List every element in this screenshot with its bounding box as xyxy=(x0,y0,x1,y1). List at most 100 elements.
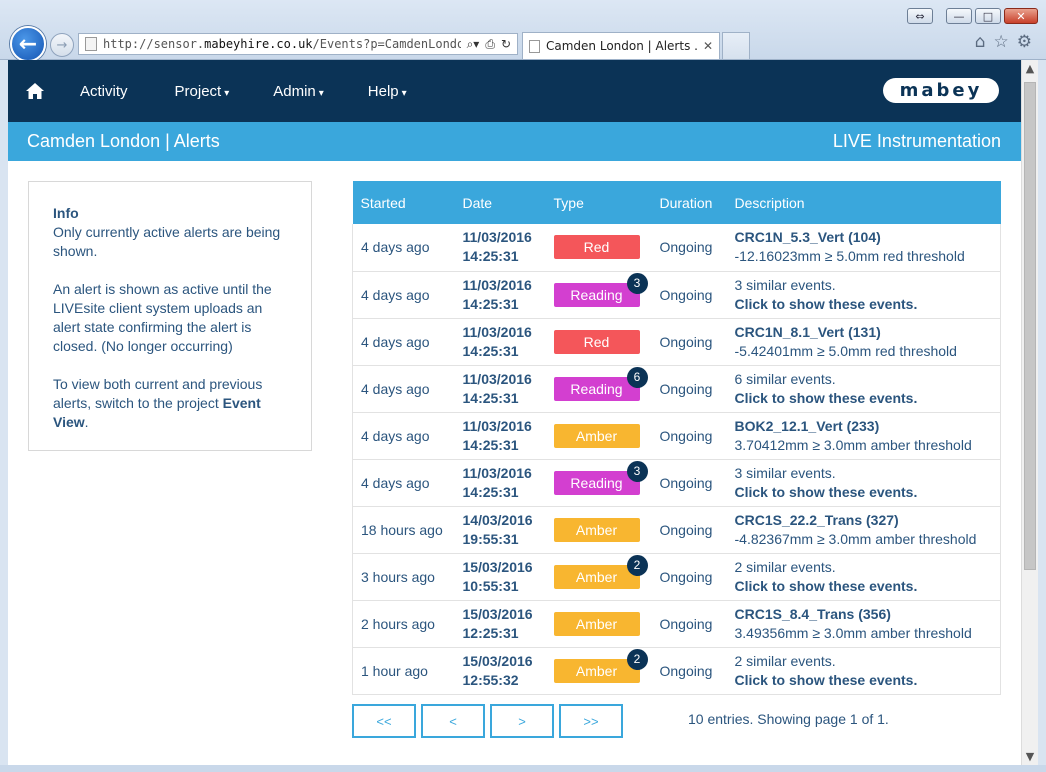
type-badge[interactable]: Amber 2 xyxy=(553,554,648,589)
refresh-icon[interactable]: ↻ xyxy=(501,37,511,51)
started-cell: 4 days ago xyxy=(352,271,455,319)
duration-cell: Ongoing xyxy=(651,412,727,460)
col-type[interactable]: Type xyxy=(545,181,652,224)
prev-page-button[interactable]: < xyxy=(421,704,485,738)
description-cell[interactable]: 3 similar events. Click to show these eve… xyxy=(726,271,1001,319)
type-badge[interactable]: Red xyxy=(553,235,640,260)
type-cell: Amber xyxy=(545,412,652,460)
started-cell: 4 days ago xyxy=(352,365,455,413)
scroll-down-icon[interactable]: ▼ xyxy=(1022,748,1038,765)
type-cell: Red xyxy=(545,224,652,272)
event-count-badge: 2 xyxy=(626,648,648,670)
browser-tab[interactable]: Camden London | Alerts ... ✕ xyxy=(522,32,720,59)
type-badge[interactable]: Reading 6 xyxy=(553,366,648,401)
first-page-button[interactable]: << xyxy=(352,704,416,738)
date-cell: 15/03/2016 10:55:31 xyxy=(454,553,546,601)
table-row[interactable]: 4 days ago 11/03/2016 14:25:31 Reading 3 Ongo… xyxy=(352,459,1001,507)
table-row[interactable]: 4 days ago 11/03/2016 14:25:31 Red Ongoing CR… xyxy=(352,224,1001,272)
description-cell[interactable]: 2 similar events. Click to show these eve… xyxy=(726,553,1001,601)
description-line-2: -12.16023mm ≥ 5.0mm red threshold xyxy=(734,248,965,265)
type-badge[interactable]: Amber xyxy=(553,611,640,636)
browser-chrome: ⇔ — □ ✕ ← → http://sensor.mabeyhire.co.u… xyxy=(0,0,1046,62)
type-badge[interactable]: Reading 3 xyxy=(553,272,648,307)
type-cell: Amber 2 xyxy=(545,553,652,601)
type-badge[interactable]: Amber xyxy=(553,423,640,448)
event-count-badge: 3 xyxy=(626,460,648,482)
last-page-button[interactable]: >> xyxy=(559,704,623,738)
type-badge[interactable]: Amber xyxy=(553,517,640,542)
table-row[interactable]: 4 days ago 11/03/2016 14:25:31 Reading 3 Ongo… xyxy=(352,271,1001,319)
col-date[interactable]: Date xyxy=(454,181,546,224)
type-cell: Amber 2 xyxy=(545,647,652,695)
close-tab-icon[interactable]: ✕ xyxy=(703,39,713,53)
description-line-2: Click to show these events. xyxy=(734,577,918,594)
info-paragraph-2: An alert is shown as active until the LI… xyxy=(53,281,272,354)
table-row[interactable]: 4 days ago 11/03/2016 14:25:31 Reading 6 Ongo… xyxy=(352,365,1001,413)
next-page-button[interactable]: > xyxy=(490,704,554,738)
description-cell[interactable]: 2 similar events. Click to show these eve… xyxy=(726,647,1001,695)
window-controls: ⇔ — □ ✕ xyxy=(907,8,1038,24)
date-cell: 15/03/2016 12:25:31 xyxy=(454,600,546,648)
type-cell: Red xyxy=(545,318,652,366)
description-line-2: -4.82367mm ≥ 3.0mm amber threshold xyxy=(734,530,977,547)
description-cell[interactable]: 6 similar events. Click to show these eve… xyxy=(726,365,1001,413)
table-row[interactable]: 3 hours ago 15/03/2016 10:55:31 Amber 2 Ongoi… xyxy=(352,553,1001,601)
description-cell[interactable]: 3 similar events. Click to show these eve… xyxy=(726,459,1001,507)
duration-cell: Ongoing xyxy=(651,647,727,695)
vertical-scrollbar[interactable]: ▲ ▼ xyxy=(1021,60,1038,765)
col-duration[interactable]: Duration xyxy=(651,181,727,224)
mabey-logo[interactable]: mabey xyxy=(883,78,999,103)
col-started[interactable]: Started xyxy=(352,181,455,224)
back-button[interactable]: ← xyxy=(10,26,46,62)
close-window-button[interactable]: ✕ xyxy=(1004,8,1038,24)
new-tab-button[interactable] xyxy=(722,32,750,59)
event-count-badge: 2 xyxy=(626,554,648,576)
forward-button[interactable]: → xyxy=(50,33,74,57)
top-nav: Activity Project ▾ Admin ▾ Help ▾ mabey xyxy=(8,60,1021,122)
nav-admin[interactable]: Admin ▾ xyxy=(273,83,324,100)
home-icon[interactable]: ⌂ xyxy=(975,32,986,52)
browser-tools: ⌂ ☆ ⚙ xyxy=(975,32,1032,52)
nav-activity[interactable]: Activity xyxy=(80,83,131,100)
tab-title: Camden London | Alerts ... xyxy=(546,39,699,53)
started-cell: 3 hours ago xyxy=(352,553,455,601)
description-line-2: Click to show these events. xyxy=(734,671,918,688)
settings-gear-icon[interactable]: ⚙ xyxy=(1017,32,1032,52)
minimize-button[interactable]: — xyxy=(946,8,972,24)
col-description[interactable]: Description xyxy=(726,181,1001,224)
duration-cell: Ongoing xyxy=(651,224,727,272)
type-cell: Amber xyxy=(545,600,652,648)
type-badge[interactable]: Red xyxy=(553,329,640,354)
table-header-row: Started Date Type Duration Description xyxy=(352,181,1001,224)
table-row[interactable]: 18 hours ago 14/03/2016 19:55:31 Amber Ongoi… xyxy=(352,506,1001,554)
event-count-badge: 3 xyxy=(626,272,648,294)
scroll-thumb[interactable] xyxy=(1024,82,1036,570)
table-row[interactable]: 4 days ago 11/03/2016 14:25:31 Amber Ongoing… xyxy=(352,412,1001,460)
type-badge[interactable]: Amber 2 xyxy=(553,648,648,683)
started-cell: 2 hours ago xyxy=(352,600,455,648)
description-line-2: Click to show these events. xyxy=(734,389,918,406)
duration-cell: Ongoing xyxy=(651,365,727,413)
scroll-up-icon[interactable]: ▲ xyxy=(1022,60,1038,77)
type-cell: Reading 3 xyxy=(545,271,652,319)
search-icon[interactable]: ⌕▾ xyxy=(467,37,480,52)
address-bar[interactable]: http://sensor.mabeyhire.co.uk/Events?p=C… xyxy=(78,33,518,55)
date-cell: 15/03/2016 12:55:32 xyxy=(454,647,546,695)
table-row[interactable]: 2 hours ago 15/03/2016 12:25:31 Amber Ongoin… xyxy=(352,600,1001,648)
description-cell: CRC1N_5.3_Vert (104) -12.16023mm ≥ 5.0mm … xyxy=(726,224,1001,272)
type-badge[interactable]: Reading 3 xyxy=(553,460,648,495)
restore-size-icon[interactable]: ⇔ xyxy=(907,8,933,24)
home-nav-icon[interactable] xyxy=(26,82,44,100)
url-text[interactable]: http://sensor.mabeyhire.co.uk/Events?p=C… xyxy=(103,37,461,51)
started-cell: 18 hours ago xyxy=(352,506,455,554)
table-row[interactable]: 4 days ago 11/03/2016 14:25:31 Red Ongoing CR… xyxy=(352,318,1001,366)
description-line-1: 2 similar events. xyxy=(734,558,836,575)
compat-icon[interactable]: ⎙ xyxy=(485,37,495,52)
maximize-button[interactable]: □ xyxy=(975,8,1001,24)
nav-project[interactable]: Project ▾ xyxy=(175,83,230,100)
description-line-1: 2 similar events. xyxy=(734,652,836,669)
tab-page-icon xyxy=(529,39,540,53)
favorites-star-icon[interactable]: ☆ xyxy=(994,32,1009,52)
nav-help[interactable]: Help ▾ xyxy=(368,83,407,100)
table-row[interactable]: 1 hour ago 15/03/2016 12:55:32 Amber 2 Ongoin… xyxy=(352,647,1001,695)
